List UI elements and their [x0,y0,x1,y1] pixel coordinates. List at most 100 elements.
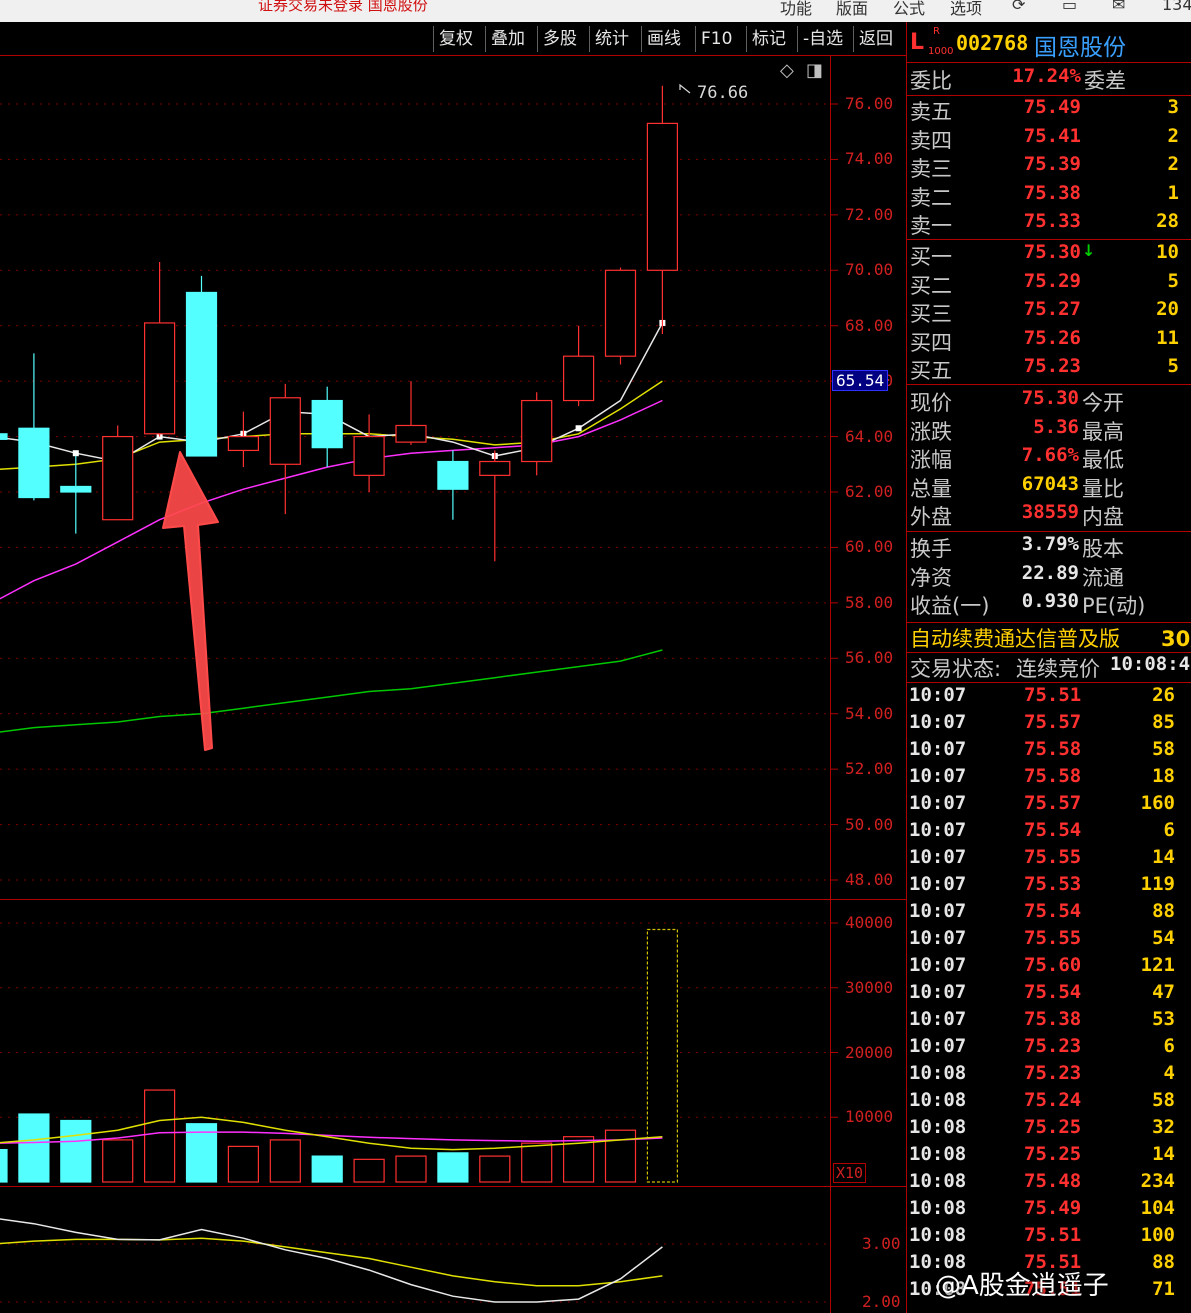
price-axis-tick: 62.00 [845,482,894,501]
bid-row-1: 买一 75.30 10 ↓ [906,241,1191,269]
tick-row: 10:08 75.24 58 [906,1089,1191,1116]
bid-row-3-price: 75.27 [1023,298,1081,320]
volume-bar [102,1139,134,1183]
volume-ma-yellow-line [0,1116,663,1151]
ask-row-5: 卖五 75.49 3 [906,96,1191,124]
candle-body [604,269,637,357]
price-chart-svg[interactable] [0,0,906,1313]
tick-volume: 100 [1140,1224,1175,1246]
promo-text[interactable]: 自动续费通达信普及版 [910,623,1120,653]
stat2-row-0-label2: 股本 [1082,537,1124,561]
tick-price: 75.54 [1024,981,1082,1003]
bid-row-3-volume: 20 [1156,298,1179,320]
stat-row-4: 外盘 38559 内盘 [906,501,1191,529]
stats-divider [906,384,1191,385]
volume-bar [60,1119,92,1183]
price-axis-tick: 58.00 [845,593,894,612]
tick-row: 10:07 75.57 85 [906,711,1191,738]
tick-time: 10:07 [909,819,967,841]
stat2-row-2-price: 0.930 [1021,590,1079,612]
candle-body [521,399,553,463]
volume-bar [311,1155,343,1183]
bid-row-2-label: 买二 [910,273,952,298]
weibi-label: 委比 [910,69,952,93]
stock-code: 002768 [956,31,1029,55]
stat-row-1-label: 涨跌 [910,419,952,444]
promo-price: 30元 [1161,627,1191,651]
stat-row-1-label2: 最高 [1082,419,1124,444]
tick-time: 10:07 [909,927,967,949]
stat2-row-0: 换手 3.79% 股本 [906,533,1191,561]
ask-row-1-volume: 28 [1156,210,1179,232]
tick-time: 10:07 [909,1008,967,1030]
tick-price: 75.55 [1024,846,1082,868]
volume-bar [604,1129,637,1183]
bid-row-5-volume: 5 [1167,355,1179,377]
stat-row-0-price: 75.30 [1021,387,1079,409]
panel-toggle-icon[interactable]: ◨ [806,60,823,81]
high-price-annotation: 76.66 [697,83,749,103]
price-axis-tick: 52.00 [845,759,894,778]
candle-body [269,397,301,465]
current-price-label: 65.54 [832,370,889,391]
high-price-marker [679,83,691,94]
tick-time: 10:08 [909,1062,967,1084]
tick-price: 75.24 [1024,1089,1082,1111]
volume-axis-tick: 20000 [845,1043,894,1062]
candle-body [311,399,343,449]
tick-price: 75.25 [1024,1116,1082,1138]
bid-row-1-volume: 10 [1156,241,1179,263]
ask-row-3-volume: 2 [1167,153,1179,175]
tick-price: 75.51 [1024,1224,1082,1246]
candle-body [227,435,259,452]
stat2-row-2-label2: PE(动) [1082,594,1146,618]
down-arrow-icon: ↓ [1082,241,1096,260]
stat-row-2-price: 7.66% [1021,444,1079,466]
ask-row-3: 卖三 75.39 2 [906,153,1191,181]
bid-row-4-volume: 11 [1156,326,1179,349]
tick-row: 10:07 75.54 47 [906,981,1191,1008]
volume-bar [646,928,679,1183]
ask-row-5-label: 卖五 [910,100,952,124]
tick-price: 75.49 [1024,1197,1082,1219]
diamond-icon[interactable]: ◇ [780,60,794,81]
tick-volume: 104 [1140,1197,1175,1219]
tick-time: 10:08 [909,1116,967,1138]
tick-volume: 121 [1140,954,1175,976]
price-axis-tick: 76.00 [845,94,894,113]
tick-price: 75.57 [1024,711,1082,733]
bid-row-5: 买五 75.23 5 [906,355,1191,383]
tick-row: 10:08 75.51 100 [906,1224,1191,1251]
price-axis-tick: 72.00 [845,205,894,224]
tick-volume: 53 [1152,1008,1175,1030]
stat-row-4-label: 外盘 [910,505,952,529]
stat2-row-1-label2: 流通 [1082,565,1124,590]
price-axis-tick: 64.00 [845,427,894,446]
volume-axis-tick: 10000 [845,1107,894,1126]
tick-row: 10:08 75.48 234 [906,1170,1191,1197]
weibi-value: 17.24% [1012,65,1081,87]
volume-bar [269,1139,301,1183]
ask-row-1: 卖一 75.33 28 [906,210,1191,238]
candle-body [185,291,218,457]
tick-price: 75.54 [1024,900,1082,922]
tick-volume: 47 [1152,981,1175,1003]
stock-header: L R 1000 002768 国恩股份 [906,22,1191,63]
stat-row-0: 现价 75.30 今开 [906,387,1191,415]
ask-row-2-label: 卖二 [910,185,952,210]
trade-status-value: 连续竞价 [1016,657,1100,681]
promo-row[interactable]: 自动续费通达信普及版 30元 [906,622,1191,653]
stock-flag-sup: R [933,26,940,37]
bid-ask-divider [906,239,1191,240]
stock-name: 国恩股份 [1034,35,1126,61]
stat-row-4-label2: 内盘 [1082,505,1124,529]
price-axis-tick: 56.00 [845,648,894,667]
tick-time: 10:07 [909,900,967,922]
volume-bar [521,1142,553,1183]
ask-row-4-volume: 2 [1167,124,1179,147]
tick-price: 75.48 [1024,1170,1082,1192]
candle-body [0,433,8,440]
tick-row: 10:07 75.55 54 [906,927,1191,954]
candle-body [479,460,511,476]
bid-row-3-label: 买三 [910,302,952,326]
